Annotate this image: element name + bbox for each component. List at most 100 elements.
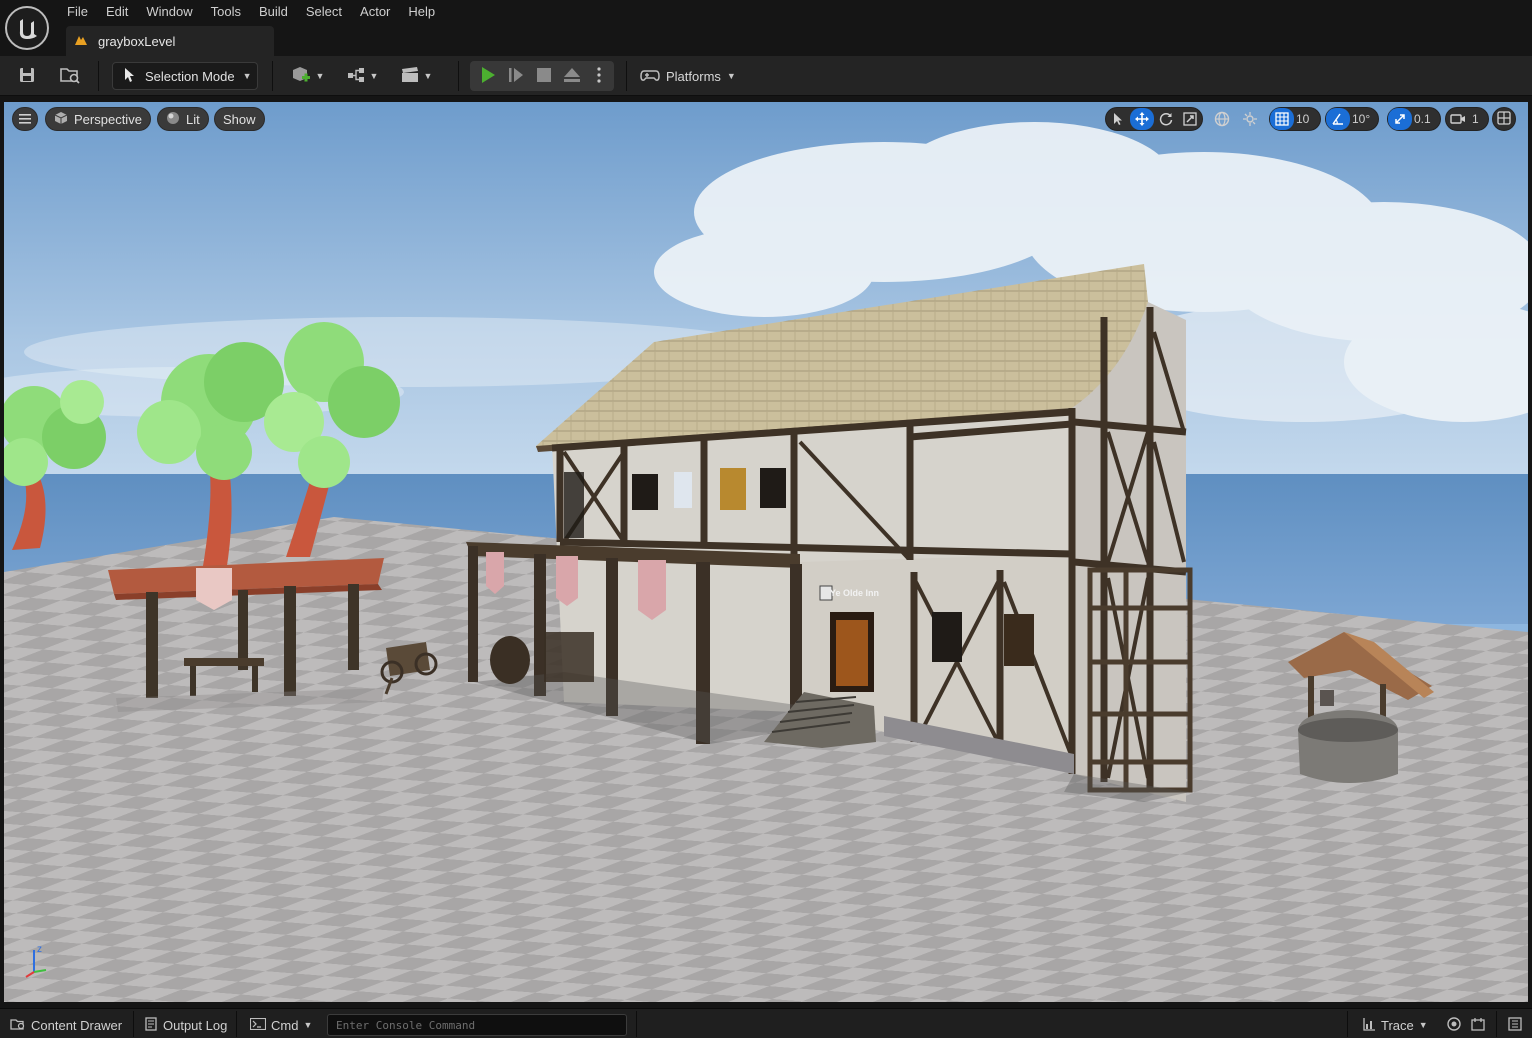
stop-icon <box>537 67 551 85</box>
camera-speed-value[interactable]: 1 <box>1470 112 1485 126</box>
menu-actor[interactable]: Actor <box>351 0 399 24</box>
blueprints-button[interactable]: ▼ <box>342 62 382 90</box>
stop-button[interactable] <box>532 62 556 90</box>
camera-icon[interactable] <box>1446 108 1470 130</box>
toolbar-divider <box>98 61 99 91</box>
terminal-icon <box>249 1017 267 1033</box>
grid-snap-control[interactable]: 10 <box>1269 107 1321 131</box>
eject-icon <box>563 67 581 86</box>
chevron-down-icon: ▼ <box>303 1020 313 1030</box>
menu-edit[interactable]: Edit <box>97 0 137 24</box>
platforms-label: Platforms <box>666 68 721 84</box>
status-divider <box>1496 1011 1497 1037</box>
chevron-down-icon: ▼ <box>1418 1020 1428 1030</box>
main-toolbar: Selection Mode ▼ ▼ ▼ ▼ Platforms ▼ <box>0 56 1532 96</box>
chevron-down-icon: ▼ <box>315 71 325 81</box>
rotation-snap-icon[interactable] <box>1326 108 1350 130</box>
output-log-label: Output Log <box>163 1017 228 1033</box>
selection-mode-label: Selection Mode <box>145 68 235 84</box>
step-forward-icon <box>507 66 525 87</box>
output-log-icon <box>144 1016 158 1034</box>
tab-level[interactable]: grayboxLevel <box>66 26 274 56</box>
menu-window[interactable]: Window <box>137 0 201 24</box>
output-log-button[interactable]: Output Log <box>144 1015 227 1035</box>
menu-build[interactable]: Build <box>250 0 297 24</box>
cinematics-button[interactable]: ▼ <box>396 62 436 90</box>
chevron-down-icon: ▼ <box>369 71 379 81</box>
play-button[interactable] <box>476 62 500 90</box>
viewport-options-button[interactable] <box>12 107 38 131</box>
perspective-label: Perspective <box>74 111 142 127</box>
select-tool-icon[interactable] <box>1106 108 1130 130</box>
level-viewport[interactable]: Ye Olde Inn Perspective Lit Show 10 10° … <box>4 102 1528 1002</box>
cube-icon <box>54 111 68 128</box>
viewport-scene[interactable]: Ye Olde Inn <box>4 102 1528 1002</box>
console-command-input[interactable] <box>327 1014 627 1036</box>
derived-data-icon <box>1447 1016 1461 1034</box>
source-control-icon <box>1471 1017 1485 1034</box>
advance-frame-button[interactable] <box>504 62 528 90</box>
save-button[interactable] <box>14 62 40 90</box>
save-icon <box>18 66 36 87</box>
source-control-button[interactable] <box>1471 1015 1485 1035</box>
derived-data-button[interactable] <box>1447 1015 1461 1035</box>
rotate-tool-icon[interactable] <box>1154 108 1178 130</box>
menu-file[interactable]: File <box>58 0 97 24</box>
layout-grid-icon <box>1497 110 1511 128</box>
chevron-down-icon: ▼ <box>726 71 736 81</box>
eject-button[interactable] <box>560 62 584 90</box>
cmd-dropdown[interactable]: Cmd ▼ <box>249 1015 313 1035</box>
status-divider <box>236 1011 237 1037</box>
grid-snap-icon[interactable] <box>1270 108 1294 130</box>
level-tab-label: grayboxLevel <box>98 33 176 49</box>
show-label: Show <box>223 111 256 127</box>
scale-snap-icon[interactable] <box>1388 108 1412 130</box>
lit-label: Lit <box>186 111 200 127</box>
hamburger-icon <box>19 112 31 127</box>
scale-snap-control[interactable]: 0.1 <box>1387 107 1441 131</box>
lit-sphere-icon <box>166 111 180 128</box>
toolbar-divider <box>458 61 459 91</box>
toolbar-divider <box>272 61 273 91</box>
viewport-layout-button[interactable] <box>1492 107 1516 131</box>
scale-snap-value[interactable]: 0.1 <box>1412 112 1437 126</box>
more-vertical-icon <box>597 66 601 86</box>
scale-tool-icon[interactable] <box>1178 108 1202 130</box>
grid-snap-value[interactable]: 10 <box>1294 112 1315 126</box>
content-drawer-icon <box>10 1017 26 1034</box>
rotation-snap-value[interactable]: 10° <box>1350 112 1376 126</box>
trace-dropdown[interactable]: Trace ▼ <box>1362 1015 1428 1035</box>
camera-speed-control[interactable]: 1 <box>1445 107 1489 131</box>
clapperboard-icon <box>400 66 420 87</box>
status-bar: Content Drawer Output Log Cmd ▼ Trace ▼ <box>0 1008 1532 1038</box>
unreal-logo-icon[interactable] <box>5 6 49 50</box>
perspective-button[interactable]: Perspective <box>45 107 151 131</box>
move-tool-icon[interactable] <box>1130 108 1154 130</box>
menu-help[interactable]: Help <box>399 0 444 24</box>
trace-icon <box>1362 1017 1376 1034</box>
show-flags-button[interactable]: Show <box>214 107 265 131</box>
surface-snap-icon[interactable] <box>1238 108 1262 130</box>
status-divider <box>636 1011 637 1037</box>
gamepad-icon <box>640 67 660 86</box>
view-mode-button[interactable]: Lit <box>157 107 209 131</box>
world-space-icon[interactable] <box>1210 108 1234 130</box>
content-drawer-button[interactable]: Content Drawer <box>10 1015 122 1035</box>
rotation-snap-control[interactable]: 10° <box>1325 107 1379 131</box>
chevron-down-icon: ▼ <box>242 71 252 81</box>
chevron-down-icon: ▼ <box>423 71 433 81</box>
play-controls <box>470 61 614 91</box>
blueprint-icon <box>346 66 366 87</box>
menu-select[interactable]: Select <box>297 0 351 24</box>
cursor-mode-icon <box>121 67 137 86</box>
add-actor-button[interactable]: ▼ <box>286 62 328 90</box>
menu-bar: File Edit Window Tools Build Select Acto… <box>58 0 444 24</box>
revision-control-button[interactable] <box>1508 1015 1522 1035</box>
play-options-button[interactable] <box>590 62 608 90</box>
inn-sign-text: Ye Olde Inn <box>830 588 879 598</box>
folder-search-icon <box>59 66 81 87</box>
menu-tools[interactable]: Tools <box>202 0 250 24</box>
platforms-dropdown[interactable]: Platforms ▼ <box>640 62 740 90</box>
browse-content-button[interactable] <box>56 62 84 90</box>
selection-mode-dropdown[interactable]: Selection Mode ▼ <box>112 62 258 90</box>
